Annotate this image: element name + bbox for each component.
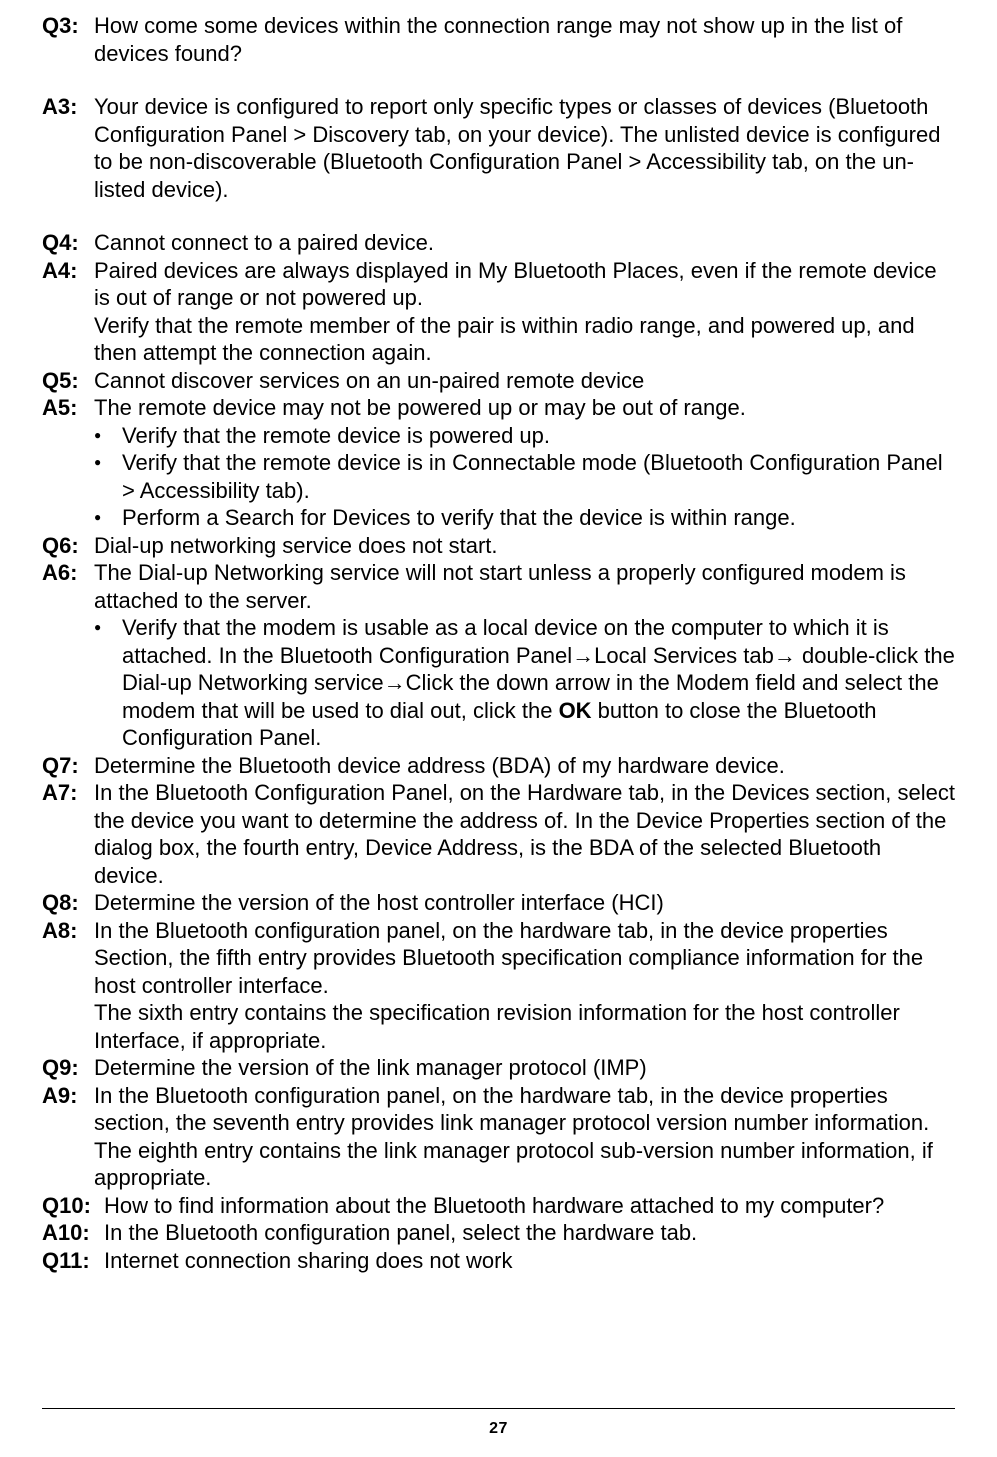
ok-bold: OK xyxy=(559,698,592,723)
faq-a9: A9: In the Bluetooth configuration panel… xyxy=(42,1082,955,1192)
faq-q4: Q4: Cannot connect to a paired device. xyxy=(42,229,955,257)
faq-q8-text: Determine the version of the host contro… xyxy=(94,889,955,917)
faq-a4-p2: Verify that the remote member of the pai… xyxy=(94,312,955,367)
faq-q5: Q5: Cannot discover services on an un-pa… xyxy=(42,367,955,395)
faq-a5-bullets: ● Verify that the remote device is power… xyxy=(94,422,955,532)
faq-a8-p1: In the Bluetooth configuration panel, on… xyxy=(94,917,955,1000)
faq-q9-text: Determine the version of the link manage… xyxy=(94,1054,955,1082)
faq-a6-body: The Dial-up Networking service will not … xyxy=(94,559,955,752)
faq-a6-label: A6: xyxy=(42,559,94,587)
faq-a10-label: A10: xyxy=(42,1219,104,1247)
faq-q7-label: Q7: xyxy=(42,752,94,780)
page-number: 27 xyxy=(0,1419,997,1439)
spacer xyxy=(42,67,955,93)
faq-a10: A10: In the Bluetooth configuration pane… xyxy=(42,1219,955,1247)
faq-a8-p2: The sixth entry contains the specificati… xyxy=(94,999,955,1054)
faq-q3: Q3: How come some devices within the con… xyxy=(42,12,955,67)
text-run: Local Services tab xyxy=(594,643,774,668)
faq-q8-label: Q8: xyxy=(42,889,94,917)
bullet-icon: ● xyxy=(94,449,122,470)
arrow-icon: → xyxy=(384,670,406,695)
bullet-icon: ● xyxy=(94,504,122,525)
faq-a4: A4: Paired devices are always displayed … xyxy=(42,257,955,367)
faq-a7-text: In the Bluetooth Configuration Panel, on… xyxy=(94,779,955,889)
faq-a9-p2: The eighth entry contains the link manag… xyxy=(94,1137,955,1192)
faq-q7: Q7: Determine the Bluetooth device addre… xyxy=(42,752,955,780)
faq-q9: Q9: Determine the version of the link ma… xyxy=(42,1054,955,1082)
faq-a8-label: A8: xyxy=(42,917,94,945)
faq-a4-body: Paired devices are always displayed in M… xyxy=(94,257,955,367)
faq-a9-body: In the Bluetooth configuration panel, on… xyxy=(94,1082,955,1192)
faq-a9-p1: In the Bluetooth configuration panel, on… xyxy=(94,1082,955,1137)
faq-q10-label: Q10: xyxy=(42,1192,104,1220)
faq-a5: A5: The remote device may not be powered… xyxy=(42,394,955,532)
faq-q4-label: Q4: xyxy=(42,229,94,257)
faq-a3: A3: Your device is configured to report … xyxy=(42,93,955,203)
faq-a6-bullets: ● Verify that the modem is usable as a l… xyxy=(94,614,955,752)
faq-a4-p1: Paired devices are always displayed in M… xyxy=(94,257,955,312)
bullet-text: Verify that the remote device is in Conn… xyxy=(122,449,955,504)
faq-q5-text: Cannot discover services on an un-paired… xyxy=(94,367,955,395)
faq-a9-label: A9: xyxy=(42,1082,94,1110)
faq-a5-label: A5: xyxy=(42,394,94,422)
faq-q3-text: How come some devices within the connect… xyxy=(94,12,955,67)
faq-a6: A6: The Dial-up Networking service will … xyxy=(42,559,955,752)
bullet-icon: ● xyxy=(94,422,122,443)
faq-a3-label: A3: xyxy=(42,93,94,121)
faq-q9-label: Q9: xyxy=(42,1054,94,1082)
faq-q11: Q11: Internet connection sharing does no… xyxy=(42,1247,955,1275)
faq-a7-label: A7: xyxy=(42,779,94,807)
list-item: ● Verify that the remote device is power… xyxy=(94,422,955,450)
faq-q4-text: Cannot connect to a paired device. xyxy=(94,229,955,257)
faq-q3-label: Q3: xyxy=(42,12,94,40)
faq-a4-label: A4: xyxy=(42,257,94,285)
faq-a3-text: Your device is configured to report only… xyxy=(94,93,955,203)
bullet-text: Perform a Search for Devices to verify t… xyxy=(122,504,955,532)
list-item: ● Verify that the modem is usable as a l… xyxy=(94,614,955,752)
faq-q8: Q8: Determine the version of the host co… xyxy=(42,889,955,917)
bullet-text: Verify that the modem is usable as a loc… xyxy=(122,614,955,752)
faq-a7: A7: In the Bluetooth Configuration Panel… xyxy=(42,779,955,889)
faq-a8-body: In the Bluetooth configuration panel, on… xyxy=(94,917,955,1055)
bullet-icon: ● xyxy=(94,614,122,635)
spacer xyxy=(42,203,955,229)
faq-a6-intro: The Dial-up Networking service will not … xyxy=(94,559,955,614)
faq-a10-text: In the Bluetooth configuration panel, se… xyxy=(104,1219,955,1247)
faq-q6-text: Dial-up networking service does not star… xyxy=(94,532,955,560)
faq-q6: Q6: Dial-up networking service does not … xyxy=(42,532,955,560)
arrow-icon: → xyxy=(774,643,796,668)
bullet-text: Verify that the remote device is powered… xyxy=(122,422,955,450)
faq-q5-label: Q5: xyxy=(42,367,94,395)
faq-q6-label: Q6: xyxy=(42,532,94,560)
faq-q10: Q10: How to find information about the B… xyxy=(42,1192,955,1220)
faq-q11-text: Internet connection sharing does not wor… xyxy=(104,1247,955,1275)
faq-q10-text: How to find information about the Blueto… xyxy=(104,1192,955,1220)
list-item: ● Verify that the remote device is in Co… xyxy=(94,449,955,504)
faq-a5-body: The remote device may not be powered up … xyxy=(94,394,955,532)
footer-divider xyxy=(42,1408,955,1409)
faq-q11-label: Q11: xyxy=(42,1247,104,1275)
arrow-icon: → xyxy=(572,643,594,668)
page: Q3: How come some devices within the con… xyxy=(0,0,997,1457)
faq-a8: A8: In the Bluetooth configuration panel… xyxy=(42,917,955,1055)
faq-q7-text: Determine the Bluetooth device address (… xyxy=(94,752,955,780)
list-item: ● Perform a Search for Devices to verify… xyxy=(94,504,955,532)
faq-a5-intro: The remote device may not be powered up … xyxy=(94,394,955,422)
